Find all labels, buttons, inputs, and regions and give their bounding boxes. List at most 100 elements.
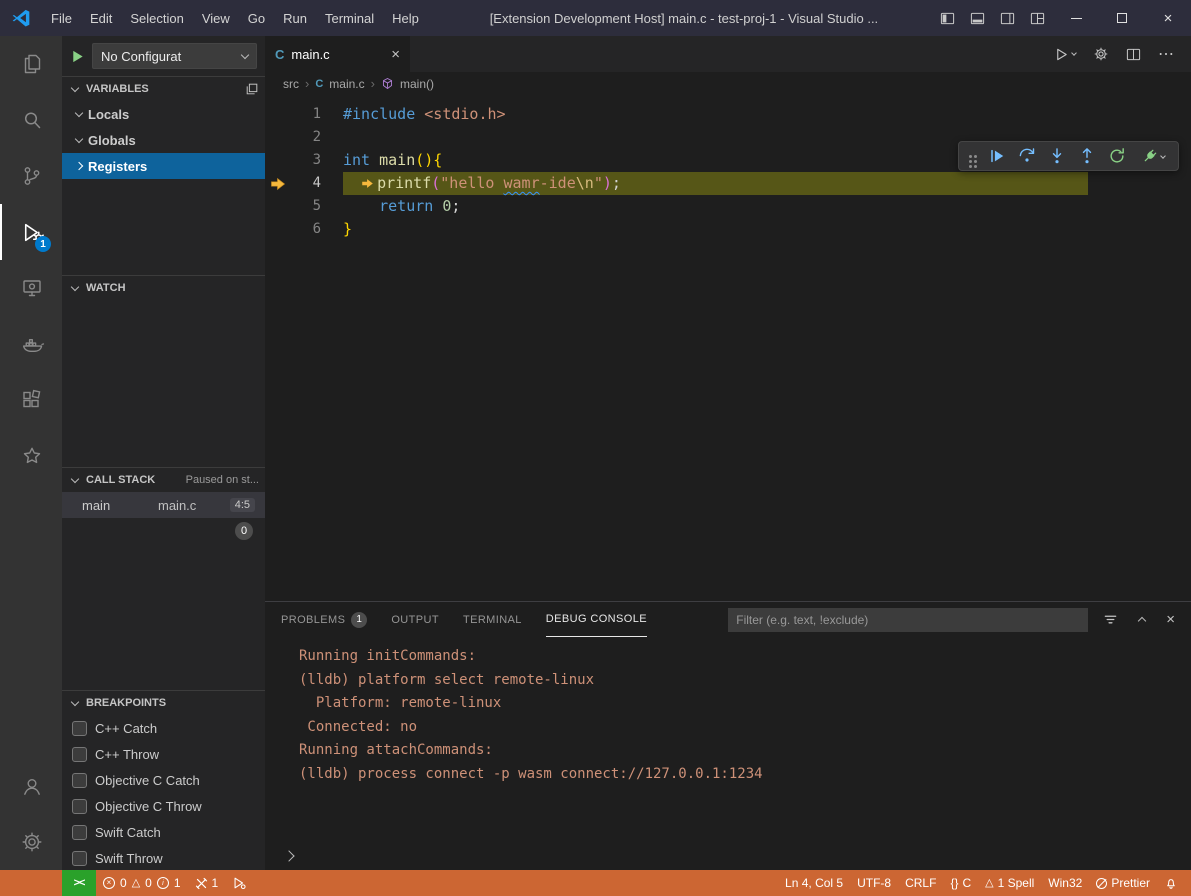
variables-item-registers[interactable]: Registers <box>62 153 265 179</box>
close-panel-icon[interactable]: × <box>1166 611 1175 628</box>
panel-tab-label: PROBLEMS <box>281 614 345 626</box>
watch-header[interactable]: WATCH <box>62 276 265 300</box>
menu-terminal[interactable]: Terminal <box>316 7 383 30</box>
activity-remote-explorer[interactable] <box>0 260 62 316</box>
collapse-all-icon[interactable] <box>245 82 259 96</box>
activity-source-control[interactable] <box>0 148 62 204</box>
tab-output[interactable]: OUTPUT <box>391 602 439 637</box>
breadcrumb-file[interactable]: main.c <box>329 77 364 91</box>
checkbox[interactable] <box>72 799 87 814</box>
step-into-button[interactable] <box>1042 143 1072 169</box>
continue-button[interactable] <box>982 143 1012 169</box>
error-count: 0 <box>120 876 127 890</box>
variables-header[interactable]: VARIABLES <box>62 77 265 101</box>
activity-run-debug[interactable]: 1 <box>0 204 62 260</box>
checkbox[interactable] <box>72 721 87 736</box>
drag-handle-icon[interactable] <box>969 155 972 158</box>
code-line-content: int main(){ <box>343 149 442 172</box>
problems-status[interactable]: ×0 △0 i1 <box>96 870 188 896</box>
breadcrumb-symbol[interactable]: main() <box>400 77 434 91</box>
menu-selection[interactable]: Selection <box>121 7 192 30</box>
breakpoint-gutter[interactable] <box>265 149 295 172</box>
activity-explorer[interactable] <box>0 36 62 92</box>
minimize-button[interactable] <box>1053 0 1099 36</box>
run-file-button[interactable] <box>1054 47 1076 62</box>
activity-extensions[interactable] <box>0 372 62 428</box>
activity-docker[interactable] <box>0 316 62 372</box>
tab-problems[interactable]: PROBLEMS1 <box>281 602 367 637</box>
maximize-panel-icon[interactable] <box>1138 616 1146 624</box>
call-stack-header[interactable]: CALL STACK Paused on st... <box>62 468 265 492</box>
variables-item-locals[interactable]: Locals <box>62 101 265 127</box>
extensions-icon <box>20 388 44 412</box>
notifications-button[interactable] <box>1157 876 1185 890</box>
checkbox[interactable] <box>72 851 87 866</box>
tools-icon <box>195 877 208 890</box>
breakpoint-swift-throw[interactable]: Swift Throw <box>62 845 265 870</box>
toggle-secondary-sidebar-icon[interactable] <box>1000 11 1015 26</box>
checkbox[interactable] <box>72 773 87 788</box>
activity-accounts[interactable] <box>0 758 62 814</box>
tab-terminal[interactable]: TERMINAL <box>463 602 522 637</box>
debug-config-dropdown[interactable]: No Configurat <box>92 43 257 69</box>
menu-file[interactable]: File <box>42 7 81 30</box>
more-actions-icon[interactable]: ⋯ <box>1158 44 1175 64</box>
split-editor-icon[interactable] <box>1126 47 1141 62</box>
cursor-position[interactable]: Ln 4, Col 5 <box>778 876 850 890</box>
activity-settings[interactable] <box>0 814 62 870</box>
step-over-button[interactable] <box>1012 143 1042 169</box>
code-line-5: 5 return 0; <box>265 195 1191 218</box>
toggle-panel-icon[interactable] <box>970 11 985 26</box>
filter-icon[interactable] <box>1103 612 1118 627</box>
menu-view[interactable]: View <box>193 7 239 30</box>
restart-button[interactable] <box>1102 143 1132 169</box>
menu-edit[interactable]: Edit <box>81 7 121 30</box>
breakpoint-cpp-catch[interactable]: C++ Catch <box>62 715 265 741</box>
language-mode[interactable]: {}C <box>943 876 978 890</box>
remote-indicator[interactable]: >< <box>62 870 96 896</box>
formatter-status[interactable]: Prettier <box>1089 876 1157 890</box>
breakpoint-cpp-throw[interactable]: C++ Throw <box>62 741 265 767</box>
activity-favorites[interactable] <box>0 428 62 484</box>
platform-indicator[interactable]: Win32 <box>1041 876 1089 890</box>
disconnect-button[interactable] <box>1132 143 1172 169</box>
breakpoint-objc-throw[interactable]: Objective C Throw <box>62 793 265 819</box>
close-button[interactable]: × <box>1145 0 1191 36</box>
maximize-button[interactable] <box>1099 0 1145 36</box>
tab-debug-console[interactable]: DEBUG CONSOLE <box>546 602 647 637</box>
eol-indicator[interactable]: CRLF <box>898 876 943 890</box>
console-input-row[interactable] <box>279 852 1191 870</box>
spell-checker-status[interactable]: △1 Spell <box>978 876 1041 890</box>
breakpoints-header[interactable]: BREAKPOINTS <box>62 691 265 715</box>
variables-item-globals[interactable]: Globals <box>62 127 265 153</box>
checkbox[interactable] <box>72 747 87 762</box>
menu-go[interactable]: Go <box>239 7 274 30</box>
debug-status[interactable] <box>225 870 253 896</box>
customize-layout-icon[interactable] <box>1030 11 1045 26</box>
menu-help[interactable]: Help <box>383 7 428 30</box>
breakpoint-gutter[interactable] <box>265 103 295 126</box>
console-filter-input[interactable] <box>728 608 1088 632</box>
checkbox[interactable] <box>72 825 87 840</box>
breakpoint-gutter[interactable] <box>265 195 295 218</box>
breakpoint-objc-catch[interactable]: Objective C Catch <box>62 767 265 793</box>
tab-main-c[interactable]: C main.c × <box>265 36 410 72</box>
breadcrumb-folder[interactable]: src <box>283 77 299 91</box>
breakpoint-gutter[interactable] <box>265 218 295 241</box>
activity-search[interactable] <box>0 92 62 148</box>
step-out-button[interactable] <box>1072 143 1102 169</box>
close-tab-icon[interactable]: × <box>391 47 400 62</box>
breakpoint-gutter[interactable] <box>265 126 295 149</box>
stack-frame-row[interactable]: main main.c 4:5 <box>62 492 265 518</box>
start-debugging-icon[interactable] <box>70 49 85 64</box>
encoding-indicator[interactable]: UTF-8 <box>850 876 898 890</box>
tools-status[interactable]: 1 <box>188 870 226 896</box>
settings-gear-icon[interactable] <box>1093 46 1109 62</box>
breakpoint-label: Swift Throw <box>95 851 163 866</box>
thread-row[interactable]: 0 <box>62 518 265 544</box>
instruction-pointer-icon <box>361 177 374 190</box>
breakpoint-swift-catch[interactable]: Swift Catch <box>62 819 265 845</box>
toggle-sidebar-icon[interactable] <box>940 11 955 26</box>
code-editor[interactable]: 1 #include <stdio.h> 2 3 int main(){ <box>265 95 1191 601</box>
menu-run[interactable]: Run <box>274 7 316 30</box>
